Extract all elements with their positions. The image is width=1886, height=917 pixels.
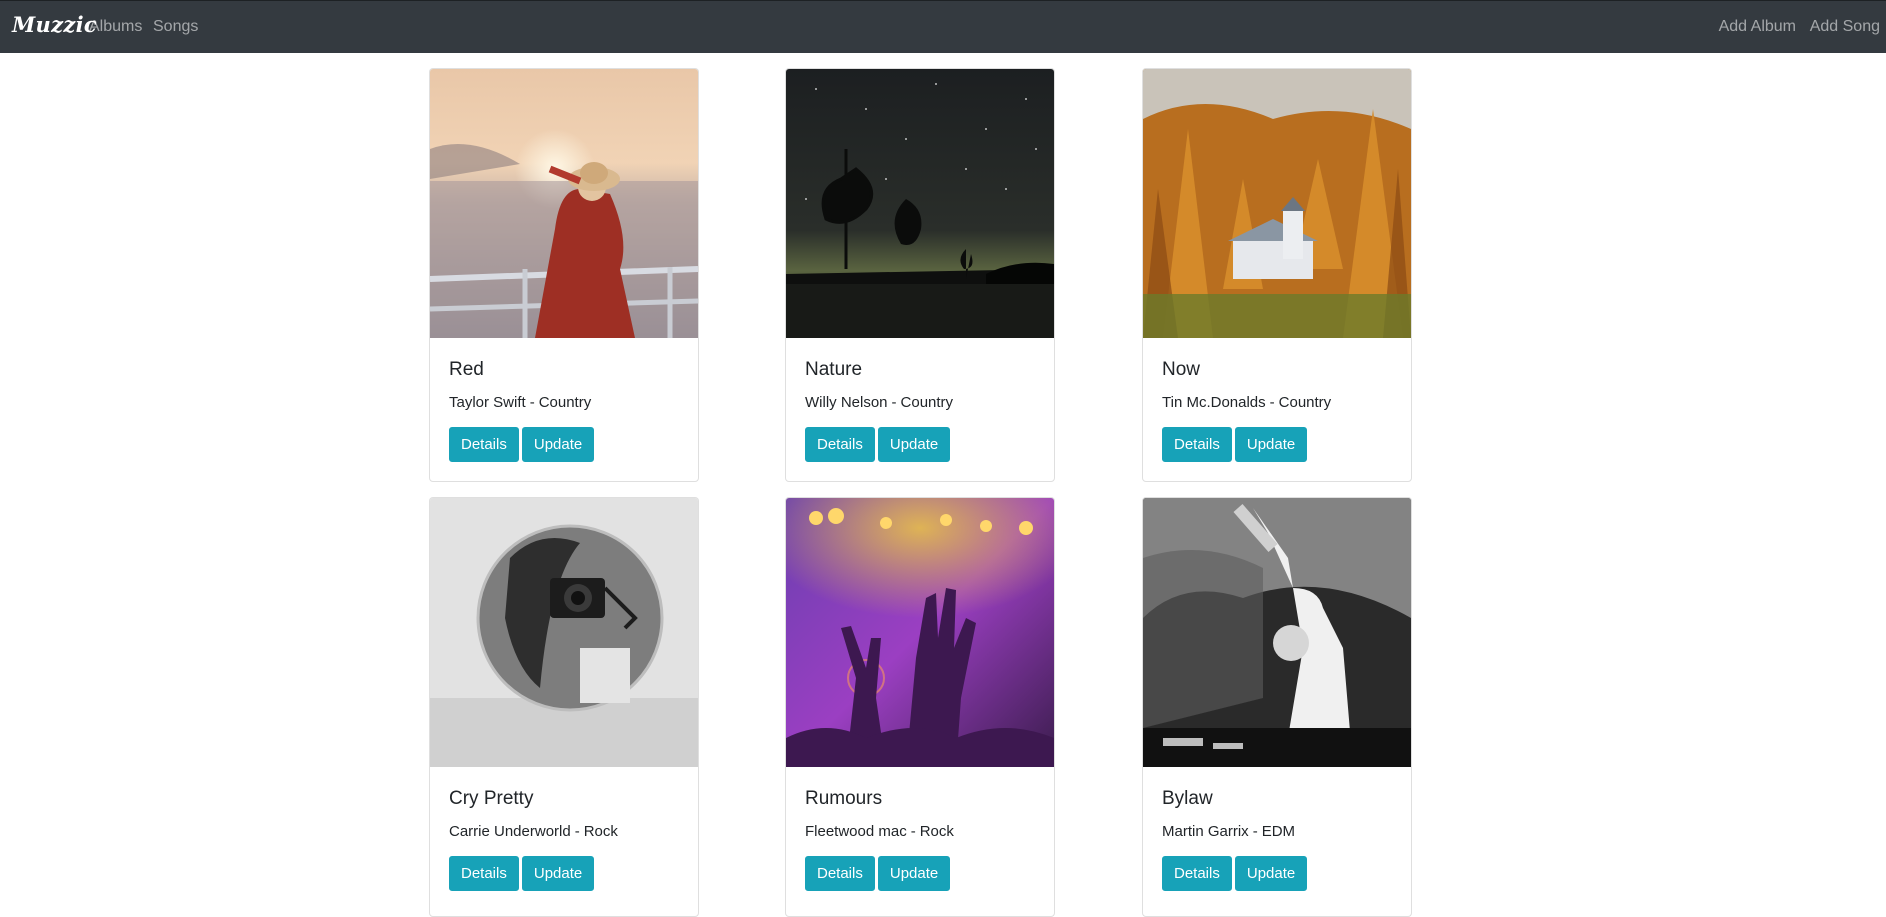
album-genre: Rock xyxy=(583,823,618,840)
nav-add-album-link[interactable]: Add Album xyxy=(1719,18,1796,36)
nav-songs-link[interactable]: Songs xyxy=(153,18,198,36)
update-button[interactable]: Update xyxy=(1234,427,1308,462)
update-button[interactable]: Update xyxy=(521,856,595,891)
update-button[interactable]: Update xyxy=(877,856,951,891)
album-title: Nature xyxy=(805,359,863,380)
album-meta: Martin Garrix - EDM xyxy=(1162,823,1296,840)
album-meta: Willy Nelson - Country xyxy=(805,394,954,411)
album-title: Bylaw xyxy=(1162,788,1213,809)
album-card: Cry Pretty Carrie Underworld - Rock Detail… xyxy=(429,497,699,917)
album-card: Red Taylor Swift - Country Details Update xyxy=(429,68,699,482)
album-title: Now xyxy=(1162,359,1201,380)
nav-albums-link[interactable]: Albums xyxy=(89,18,142,36)
details-button[interactable]: Details xyxy=(1162,427,1232,462)
update-button[interactable]: Update xyxy=(877,427,951,462)
album-title: Rumours xyxy=(805,788,883,809)
album-card: Now Tin Mc.Donalds - Country Details Updat… xyxy=(1142,68,1412,482)
album-genre: EDM xyxy=(1261,823,1296,840)
details-button[interactable]: Details xyxy=(1162,856,1232,891)
album-card: Bylaw Martin Garrix - EDM Details Update xyxy=(1142,497,1412,917)
album-cover-image xyxy=(430,69,698,338)
album-artist: Fleetwood mac xyxy=(805,823,907,840)
nav-add-song-link[interactable]: Add Song xyxy=(1810,18,1880,36)
album-genre: Rock xyxy=(919,823,954,840)
album-meta: Taylor Swift - Country xyxy=(449,394,592,411)
details-button[interactable]: Details xyxy=(805,856,875,891)
album-artist: Carrie Underworld xyxy=(449,823,571,840)
album-artist: Willy Nelson xyxy=(805,394,888,411)
album-artist: Tin Mc.Donalds xyxy=(1162,394,1266,411)
album-genre: Country xyxy=(900,394,954,411)
update-button[interactable]: Update xyxy=(521,427,595,462)
album-meta: Fleetwood mac - Rock xyxy=(805,823,954,840)
brand-logo[interactable]: Muzzic xyxy=(12,12,97,37)
album-artist: Martin Garrix xyxy=(1162,823,1249,840)
album-title: Cry Pretty xyxy=(449,788,534,809)
album-cover-image xyxy=(1143,69,1411,338)
album-meta: Carrie Underworld - Rock xyxy=(449,823,618,840)
album-genre: Country xyxy=(538,394,592,411)
details-button[interactable]: Details xyxy=(449,856,519,891)
navbar: Muzzic Albums Songs Add Album Add Song xyxy=(0,0,1886,53)
album-cover-image xyxy=(1143,498,1411,767)
album-meta: Tin Mc.Donalds - Country xyxy=(1162,394,1332,411)
album-genre: Country xyxy=(1278,394,1332,411)
album-cover-image xyxy=(430,498,698,767)
album-card: Rumours Fleetwood mac - Rock Details Updat… xyxy=(785,497,1055,917)
album-artist: Taylor Swift xyxy=(449,394,526,411)
album-cover-image xyxy=(786,69,1054,338)
details-button[interactable]: Details xyxy=(449,427,519,462)
album-card: Nature Willy Nelson - Country Details Upda… xyxy=(785,68,1055,482)
details-button[interactable]: Details xyxy=(805,427,875,462)
album-title: Red xyxy=(449,359,484,380)
update-button[interactable]: Update xyxy=(1234,856,1308,891)
album-cover-image xyxy=(786,498,1054,767)
